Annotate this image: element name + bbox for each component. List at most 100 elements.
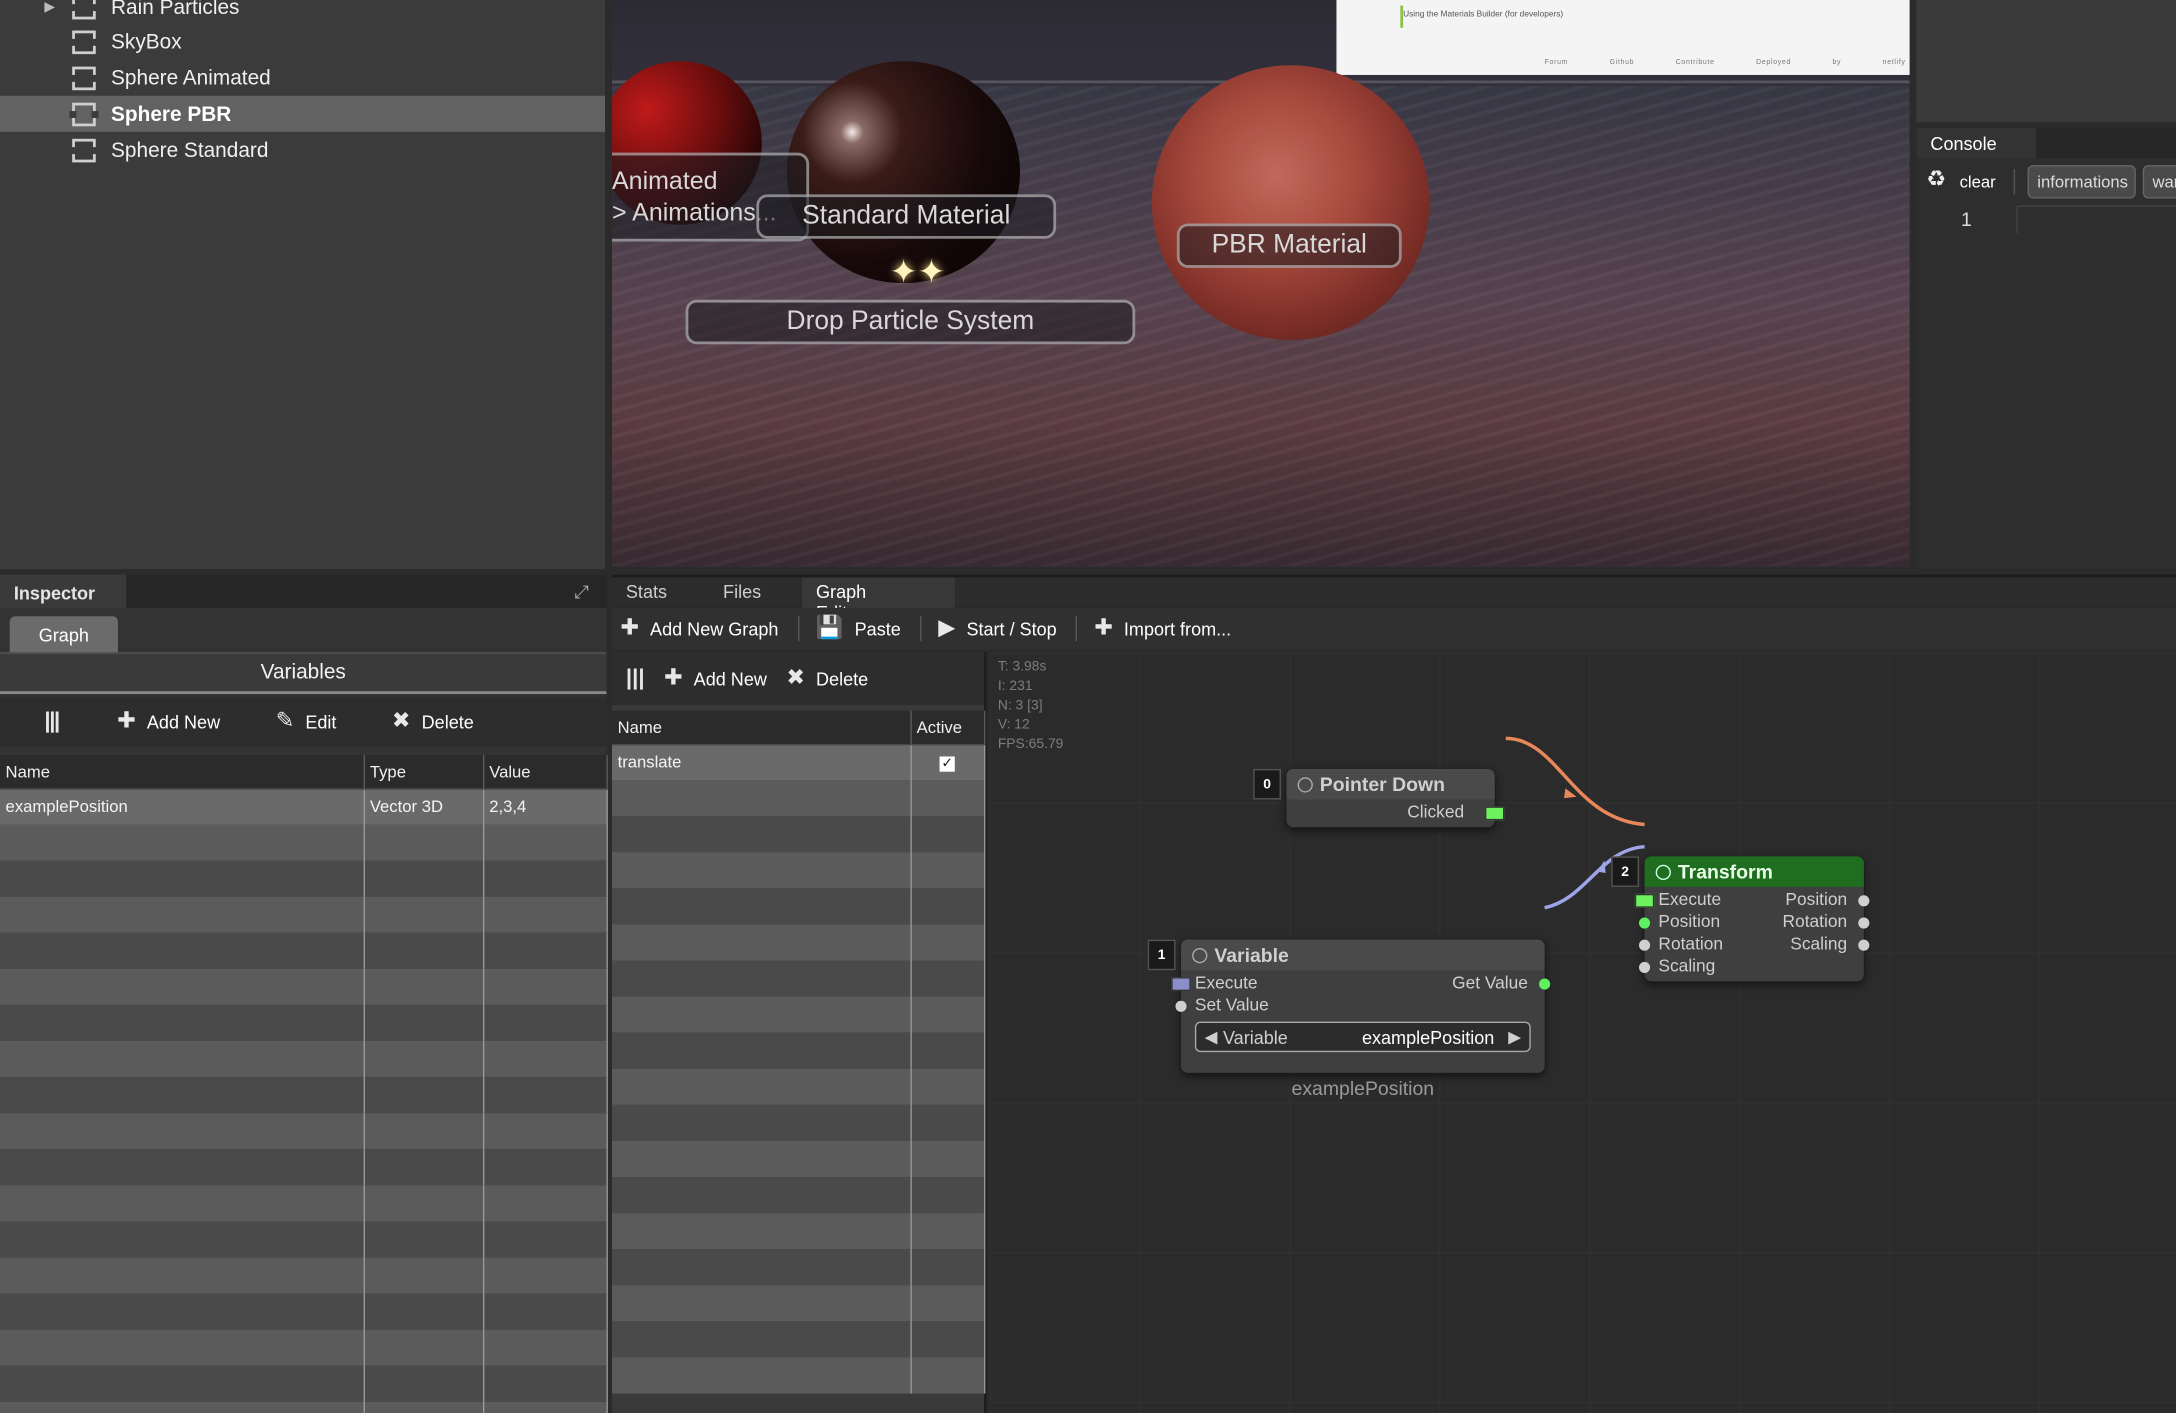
inspector-title[interactable]: Inspector xyxy=(0,574,127,608)
empty-cell xyxy=(910,960,985,997)
empty-cell xyxy=(0,1365,365,1402)
empty-row xyxy=(0,1004,608,1041)
port-set-value-in[interactable] xyxy=(1175,1000,1187,1012)
tree-item-rain-particles[interactable]: ▶ Rain Particles xyxy=(0,0,605,25)
node-id: 2 xyxy=(1611,856,1639,887)
column-header-active[interactable]: Active xyxy=(910,710,985,745)
node-pointer-down[interactable]: 0 Pointer Down Clicked xyxy=(1253,768,1505,828)
exec-link xyxy=(1505,736,1645,827)
arrow-right-icon[interactable]: ▶ xyxy=(1508,1027,1521,1046)
port-get-value: Get Value xyxy=(1452,972,1528,993)
cell-value[interactable]: 2,3,4 xyxy=(482,788,608,825)
port-rotation-out[interactable] xyxy=(1858,917,1870,929)
empty-row xyxy=(0,1113,608,1150)
close-icon: ✖ xyxy=(391,709,411,733)
empty-row xyxy=(0,932,608,969)
port-get-value-out[interactable] xyxy=(1539,978,1551,990)
port-position-in[interactable] xyxy=(1638,917,1651,929)
table-row[interactable]: translate ✓ xyxy=(612,743,985,781)
variable-selector[interactable]: ◀ Variable examplePosition ▶ xyxy=(1194,1021,1531,1053)
tree-item-sphere-standard[interactable]: Sphere Standard xyxy=(0,132,605,168)
cell-active[interactable]: ✓ xyxy=(910,743,985,781)
exec-input-port[interactable] xyxy=(1634,893,1655,908)
column-header-name[interactable]: Name xyxy=(0,755,365,790)
label-pbr-material: PBR Material xyxy=(1176,223,1402,268)
graph-list: ||| ✚ Add New ✖ Delete Name Active transla… xyxy=(612,652,987,1413)
node-variable[interactable]: 1 Variable Execute Set Value Get Value ◀… xyxy=(1147,939,1551,1073)
doc-footer: Forum Github Contribute Deployed by netl… xyxy=(1544,58,1906,67)
expand-arrow-icon[interactable]: ▶ xyxy=(44,0,72,15)
empty-cell xyxy=(910,1140,985,1178)
node-transform[interactable]: 2 Transform Execute Position Rotation Sc… xyxy=(1611,856,1870,982)
paste-button[interactable]: 💾 Paste xyxy=(816,617,901,640)
pencil-icon: ✎ xyxy=(275,709,295,733)
empty-cell xyxy=(0,968,365,1005)
empty-cell xyxy=(482,968,608,1005)
port-rotation-in[interactable] xyxy=(1638,939,1651,951)
render-viewport[interactable]: Using the Materials Builder (for develop… xyxy=(612,0,1910,567)
column-header-name[interactable]: Name xyxy=(612,710,912,745)
port-scaling-in[interactable] xyxy=(1638,961,1651,973)
empty-cell xyxy=(482,896,608,933)
exec-input-port[interactable] xyxy=(1171,977,1191,992)
arrow-left-icon[interactable]: ◀ xyxy=(1205,1027,1218,1046)
tree-item-sphere-pbr[interactable]: Sphere PBR xyxy=(0,95,606,132)
add-graph-button[interactable]: ✚ Add New xyxy=(664,667,767,690)
cell-type[interactable]: Vector 3D xyxy=(363,788,484,825)
label-standard-material: Standard Material xyxy=(756,194,1057,239)
exec-output-port[interactable] xyxy=(1484,806,1505,821)
tree-item-skybox[interactable]: SkyBox xyxy=(0,24,605,60)
empty-row xyxy=(0,1077,608,1114)
columns-icon[interactable]: ||| xyxy=(626,667,656,690)
tree-item-sphere-animated[interactable]: Sphere Animated xyxy=(0,60,605,96)
edit-variable-button[interactable]: ✎ Edit xyxy=(275,709,337,733)
tab-console[interactable]: Console xyxy=(1916,127,2036,159)
delete-graph-button[interactable]: ✖ Delete xyxy=(786,667,868,690)
filter-warnings[interactable]: warnings xyxy=(2142,165,2176,199)
recycle-icon[interactable]: ♻ xyxy=(1926,169,1951,191)
empty-cell xyxy=(0,1293,365,1330)
node-status-icon xyxy=(1192,947,1208,963)
delete-variable-button[interactable]: ✖ Delete xyxy=(391,709,474,733)
filter-informations[interactable]: informations xyxy=(2027,165,2136,199)
port-rotation: Rotation xyxy=(1658,934,1724,954)
cell-name[interactable]: examplePosition xyxy=(0,788,365,825)
start-stop-button[interactable]: ▶ Start / Stop xyxy=(938,617,1056,640)
empty-cell xyxy=(0,1077,365,1114)
column-header-type[interactable]: Type xyxy=(363,755,484,790)
tab-files[interactable]: Files xyxy=(709,577,775,608)
port-position-out[interactable] xyxy=(1858,895,1870,907)
empty-cell xyxy=(363,1329,484,1366)
cell-name[interactable]: translate xyxy=(612,743,912,781)
empty-cell xyxy=(612,960,912,997)
columns-icon[interactable]: ||| xyxy=(44,710,70,733)
empty-row xyxy=(0,824,608,861)
add-variable-button[interactable]: ✚ Add New xyxy=(117,710,220,733)
empty-cell xyxy=(0,1401,365,1413)
sphere-pbr[interactable] xyxy=(1151,65,1430,341)
empty-row xyxy=(612,1068,985,1105)
port-scaling-out[interactable] xyxy=(1858,939,1870,951)
column-header-value[interactable]: Value xyxy=(482,755,608,790)
import-from-button[interactable]: ✚ Import from... xyxy=(1094,617,1231,640)
tab-stats[interactable]: Stats xyxy=(612,577,681,608)
tab-graph[interactable]: Graph xyxy=(9,616,118,653)
empty-cell xyxy=(363,824,484,861)
clear-button[interactable]: clear xyxy=(1960,172,1996,191)
empty-row xyxy=(612,924,985,961)
table-row[interactable]: examplePosition Vector 3D 2,3,4 xyxy=(0,788,608,825)
expand-icon[interactable]: ⤢ xyxy=(575,582,594,602)
selector-label: Variable xyxy=(1222,1026,1288,1048)
empty-row xyxy=(612,960,985,997)
empty-cell xyxy=(0,1113,365,1150)
sphere-standard[interactable] xyxy=(786,61,1021,284)
empty-cell xyxy=(612,1140,912,1178)
tab-graph-editor[interactable]: Graph Editor✕ xyxy=(802,577,955,623)
empty-cell xyxy=(482,1041,608,1078)
empty-row xyxy=(612,996,985,1033)
add-new-graph-button[interactable]: ✚ Add New Graph xyxy=(620,617,778,640)
graph-canvas[interactable]: T: 3.98s I: 231 N: 3 [3] V: 12 FPS:65.79… xyxy=(989,652,2176,1413)
active-checkbox[interactable]: ✓ xyxy=(939,756,955,773)
empty-cell xyxy=(0,896,365,933)
empty-cell xyxy=(910,1357,985,1394)
